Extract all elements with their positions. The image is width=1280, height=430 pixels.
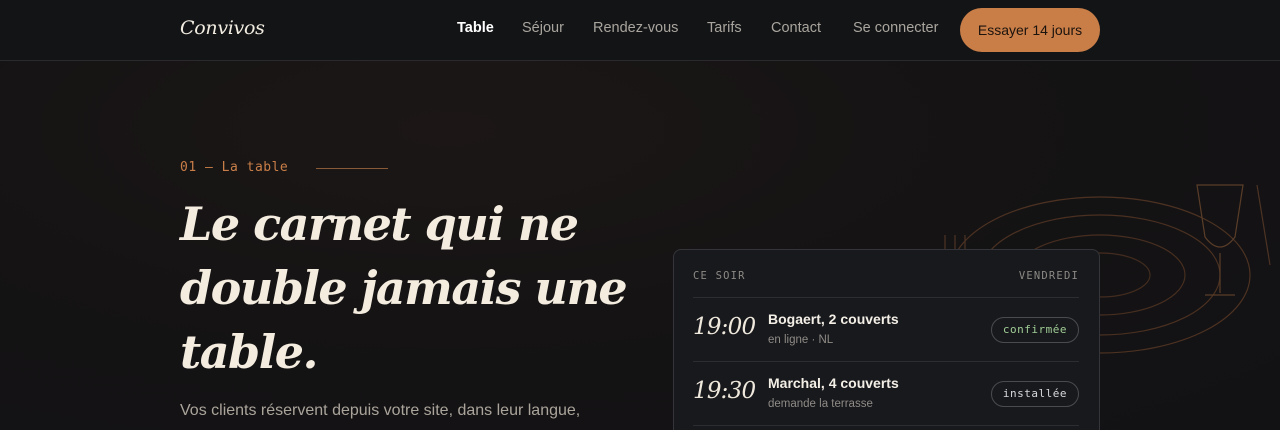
- reservation-time: 19:00: [693, 314, 756, 340]
- eyebrow-divider: [316, 168, 388, 169]
- reservation-time: 19:30: [693, 378, 756, 404]
- reservation-detail: en ligne · NL: [768, 334, 834, 346]
- hero-headline: Le carnet qui ne double jamais une table…: [180, 197, 628, 379]
- top-navigation: Convivos Table Séjour Rendez-vous Tarifs…: [0, 0, 1280, 61]
- nav-link-rendez-vous[interactable]: Rendez-vous: [593, 20, 678, 36]
- nav-link-login[interactable]: Se connecter: [853, 20, 938, 36]
- trial-cta-button[interactable]: Essayer 14 jours: [960, 8, 1100, 52]
- reservations-card: CE SOIR VENDREDI 19:00 Bogaert, 2 couver…: [673, 249, 1100, 430]
- reservation-row[interactable]: 19:00 Bogaert, 2 couverts en ligne · NL …: [693, 297, 1079, 361]
- nav-link-tarifs[interactable]: Tarifs: [707, 20, 742, 36]
- nav-link-contact[interactable]: Contact: [771, 20, 821, 36]
- brand-logo[interactable]: Convivos: [180, 17, 265, 39]
- card-label-tonight: CE SOIR: [693, 270, 746, 282]
- status-badge[interactable]: confirmée: [990, 317, 1079, 343]
- section-eyebrow: 01 — La table: [180, 160, 289, 175]
- card-header: CE SOIR VENDREDI: [693, 270, 1079, 284]
- nav-link-table[interactable]: Table: [457, 20, 494, 36]
- nav-link-sejour[interactable]: Séjour: [522, 20, 564, 36]
- reservation-row[interactable]: 19:30 Marchal, 4 couverts demande la ter…: [693, 361, 1079, 425]
- row-divider: [693, 425, 1079, 430]
- status-badge[interactable]: installée: [990, 381, 1079, 407]
- glass-icon: [1196, 184, 1244, 296]
- reservation-name: Bogaert, 2 couverts: [768, 311, 899, 327]
- reservation-detail: demande la terrasse: [768, 398, 873, 410]
- reservation-name: Marchal, 4 couverts: [768, 375, 899, 391]
- card-label-day: VENDREDI: [1018, 270, 1079, 282]
- hero-lede: Vos clients réservent depuis votre site,…: [180, 402, 581, 419]
